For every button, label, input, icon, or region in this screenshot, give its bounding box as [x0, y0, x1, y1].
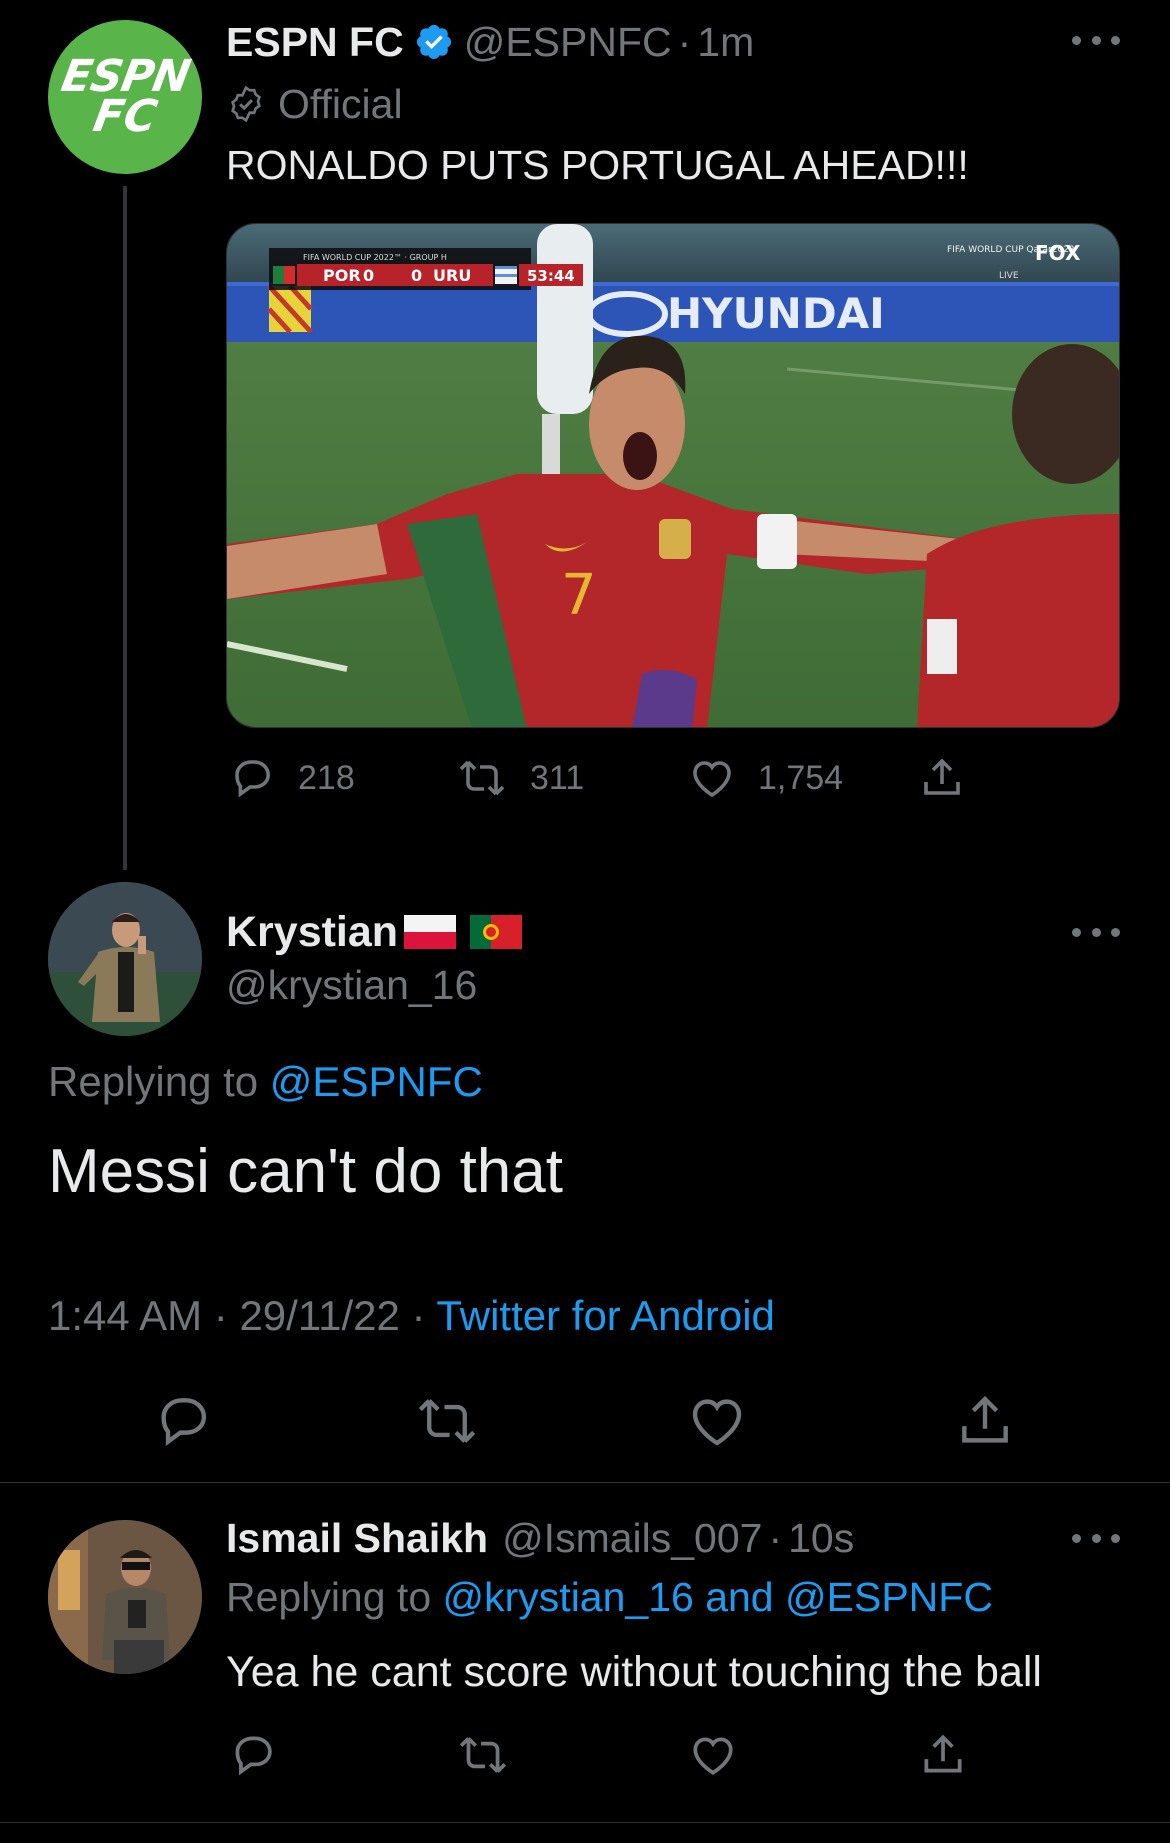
- divider: [0, 1822, 1170, 1823]
- separator-dot: ·: [677, 18, 692, 65]
- like-button[interactable]: [686, 1390, 748, 1457]
- replying-prefix: Replying to: [48, 1058, 259, 1105]
- thread-connector: [123, 186, 127, 870]
- sponsor-board-text: HYUNDAI: [667, 289, 885, 338]
- like-icon: [693, 1737, 733, 1775]
- tweet1-author-name[interactable]: ESPN FC: [226, 19, 404, 66]
- avatar-text-fc: FC: [89, 91, 161, 142]
- tweet2-date[interactable]: 29/11/22: [239, 1292, 399, 1339]
- like-icon: [693, 761, 731, 798]
- tweet2-author[interactable]: Krystian: [226, 906, 523, 958]
- like-button[interactable]: 1,754: [688, 754, 843, 802]
- tweet2-source[interactable]: Twitter for Android: [436, 1292, 774, 1339]
- like-button[interactable]: [688, 1730, 738, 1785]
- scorebug-score2: 0: [411, 266, 422, 285]
- divider: [0, 1482, 1170, 1483]
- broadcaster-logo: FOX: [1035, 241, 1081, 265]
- like-icon: [692, 1399, 742, 1446]
- reply-icon: [235, 760, 271, 798]
- official-label[interactable]: Official: [226, 80, 403, 128]
- avatar-photo: [48, 882, 202, 1036]
- separator-dot: ·: [411, 1292, 426, 1339]
- reply-button[interactable]: 218: [228, 754, 355, 802]
- tweet1-header: ESPN FC @ESPNFC · 1m: [226, 16, 754, 68]
- share-icon: [962, 1395, 1008, 1443]
- live-label: LIVE: [999, 271, 1019, 281]
- tweet3-handle[interactable]: @Ismails_007: [502, 1515, 762, 1562]
- official-text: Official: [278, 80, 403, 127]
- scorebug-clock: 53:44: [527, 267, 575, 285]
- tweet1-text: RONALDO PUTS PORTUGAL AHEAD!!!: [226, 142, 969, 188]
- replying-prefix: Replying to: [226, 1574, 432, 1620]
- separator-dot: ·: [213, 1292, 228, 1339]
- tweet1-time[interactable]: 1m: [697, 19, 754, 66]
- tweet3-replying-to: Replying to @krystian_16 and @ESPNFC: [226, 1574, 993, 1621]
- match-video-frame: HYUNDAI 7 FIFA WORLD CUP 2022™ · GROUP H…: [227, 224, 1119, 727]
- reply-button[interactable]: [152, 1390, 214, 1457]
- retweet-button[interactable]: 311: [456, 754, 584, 802]
- retweet-icon: [459, 1737, 507, 1773]
- tweet3-time[interactable]: 10s: [788, 1515, 854, 1562]
- reply-button[interactable]: [228, 1730, 278, 1785]
- avatar-photo: [48, 1520, 202, 1674]
- krystian-avatar[interactable]: [48, 882, 202, 1036]
- retweet-count: 311: [530, 758, 585, 797]
- replying-to-mentions[interactable]: @krystian_16 and @ESPNFC: [443, 1574, 993, 1620]
- share-button[interactable]: [918, 754, 988, 802]
- official-check-icon: [231, 85, 261, 123]
- retweet-button[interactable]: [456, 1730, 510, 1785]
- ismail-avatar[interactable]: [48, 1520, 202, 1674]
- tweet2-text: Messi can't do that: [48, 1137, 563, 1206]
- tweet1-handle[interactable]: @ESPNFC: [464, 19, 672, 66]
- scorebug-score1: 0: [363, 266, 374, 285]
- tweet2-author-name: Krystian: [226, 907, 399, 956]
- share-icon: [924, 1734, 962, 1773]
- tweet3-text: Yea he cant score without touching the b…: [226, 1648, 1042, 1696]
- tweet3-header: Ismail Shaikh @Ismails_007 · 10s: [226, 1512, 854, 1564]
- retweet-icon: [418, 1399, 476, 1443]
- jersey-number: 7: [561, 563, 597, 628]
- scorebug-team1: POR: [323, 266, 361, 285]
- reply-icon: [235, 1736, 272, 1776]
- scorebug-title: FIFA WORLD CUP 2022™ · GROUP H: [303, 253, 447, 262]
- share-button[interactable]: [954, 1390, 1016, 1457]
- tweet2-handle[interactable]: @krystian_16: [226, 962, 477, 1009]
- verified-badge-icon: [416, 24, 451, 60]
- more-icon[interactable]: [1072, 1528, 1120, 1548]
- more-icon[interactable]: [1072, 30, 1120, 50]
- tweet2-metadata: 1:44 AM · 29/11/22 · Twitter for Android: [48, 1292, 775, 1340]
- reply-icon: [161, 1398, 207, 1446]
- like-count: 1,754: [758, 758, 844, 797]
- replying-to-mention[interactable]: @ESPNFC: [270, 1058, 483, 1105]
- reply-count: 218: [298, 758, 355, 797]
- tweet2-replying-to: Replying to @ESPNFC: [48, 1058, 483, 1106]
- retweet-icon: [459, 760, 505, 796]
- espnfc-avatar[interactable]: ESPN FC: [48, 20, 202, 174]
- tweet1-media[interactable]: HYUNDAI 7 FIFA WORLD CUP 2022™ · GROUP H…: [226, 223, 1120, 728]
- share-icon: [924, 758, 960, 795]
- portugal-flag-icon: [470, 915, 523, 949]
- more-icon[interactable]: [1072, 922, 1120, 942]
- tweet2-time[interactable]: 1:44 AM: [48, 1292, 202, 1339]
- retweet-button[interactable]: [414, 1390, 480, 1457]
- poland-flag-icon: [404, 915, 457, 949]
- separator-dot: ·: [768, 1514, 783, 1561]
- scorebug-team2: URU: [433, 266, 471, 285]
- tweet3-author-name[interactable]: Ismail Shaikh: [226, 1515, 488, 1562]
- share-button[interactable]: [918, 1730, 968, 1785]
